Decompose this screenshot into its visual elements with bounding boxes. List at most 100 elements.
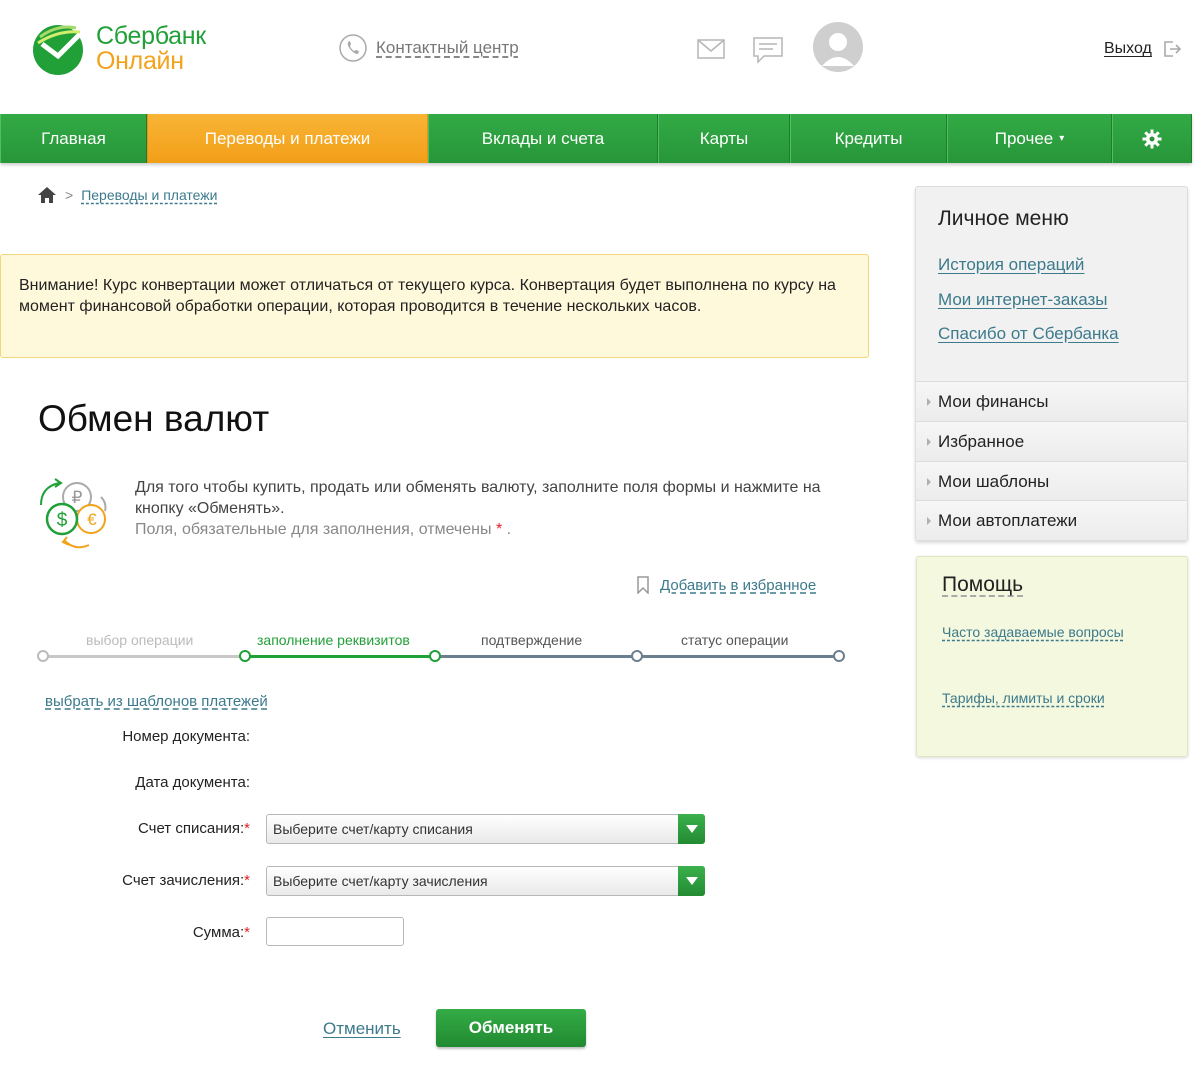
breadcrumb-separator: > (65, 187, 74, 203)
sberbank-logo-icon (33, 25, 83, 75)
step-label-select-operation: выбор операции (86, 632, 194, 648)
choose-template-link[interactable]: выбрать из шаблонов платежей (45, 693, 268, 710)
sberbank-logo[interactable]: Сбербанк Онлайн (30, 20, 230, 80)
exchange-submit-button[interactable]: Обменять (436, 1009, 586, 1047)
page-title: Обмен валют (38, 398, 270, 439)
debit-account-label: Счет списания:* (0, 820, 250, 837)
svg-text:$: $ (57, 510, 68, 531)
doc-date-label-text: Дата документа: (135, 774, 250, 791)
amount-input[interactable] (266, 917, 404, 946)
amount-label: Сумма:* (0, 924, 250, 941)
add-to-favorites-link[interactable]: Добавить в избранное (636, 576, 816, 594)
required-note-tail: . (506, 521, 512, 538)
step-label-confirmation: подтверждение (481, 632, 583, 648)
nav-item-deposits[interactable]: Вклады и счета (428, 114, 658, 163)
doc-number-label: Номер документа: (0, 728, 250, 745)
required-note: Поля, обязательные для заполнения, отмеч… (135, 519, 835, 540)
debit-account-select[interactable]: Выберите счет/карту списания (266, 814, 705, 844)
step-dot (37, 650, 49, 662)
svg-text:€: € (87, 510, 97, 529)
avatar[interactable] (813, 22, 863, 72)
required-star: * (244, 872, 250, 889)
chevron-down-icon (685, 825, 698, 833)
logout-icon (1164, 41, 1182, 57)
credit-dropdown-button[interactable] (678, 866, 705, 896)
nav-item-label: Кредиты (834, 128, 903, 148)
amount-label-text: Сумма: (192, 924, 245, 941)
nav-item-other[interactable]: Прочее ▾ (947, 114, 1112, 163)
chevron-down-icon: ▾ (1059, 133, 1065, 144)
step-label-status: статус операции (681, 632, 789, 648)
phone-icon (339, 34, 367, 62)
sidebar-item-finances[interactable]: Мои финансы (916, 381, 1187, 421)
doc-date-label: Дата документа: (0, 774, 250, 791)
logo-line-2: Онлайн (96, 47, 184, 75)
sidebar-link-history[interactable]: История операций (938, 255, 1084, 275)
step-dot (429, 650, 441, 662)
intro-instructions: Для того чтобы купить, продать или обмен… (135, 479, 821, 517)
nav-item-credits[interactable]: Кредиты (790, 114, 947, 163)
conversion-warning-text: Внимание! Курс конвертации может отличат… (19, 277, 836, 315)
required-note-text: Поля, обязательные для заполнения, отмеч… (135, 521, 492, 538)
exit-label: Выход (1104, 40, 1152, 57)
help-link-faq[interactable]: Часто задаваемые вопросы (942, 623, 1142, 641)
nav-item-label: Вклады и счета (481, 128, 605, 148)
sidebar-link-spasibo[interactable]: Спасибо от Сбербанка (938, 324, 1119, 344)
step-dot (239, 650, 251, 662)
sidebar-item-label: Мои шаблоны (938, 472, 1050, 491)
nav-item-label: Главная (41, 128, 106, 148)
sidebar-item-templates[interactable]: Мои шаблоны (916, 461, 1187, 501)
nav-item-home[interactable]: Главная (0, 114, 147, 163)
breadcrumb-link-transfers[interactable]: Переводы и платежи (81, 187, 217, 203)
sidebar-link-internet-orders[interactable]: Мои интернет-заказы (938, 290, 1107, 310)
breadcrumb: > Переводы и платежи (37, 186, 218, 204)
mail-icon[interactable] (696, 36, 726, 62)
step-dot (833, 650, 845, 662)
required-star: * (244, 820, 250, 837)
home-icon[interactable] (37, 186, 57, 204)
user-icon (813, 22, 863, 72)
chat-icon[interactable] (752, 36, 784, 64)
step-line-current (246, 655, 436, 658)
currency-exchange-icon: ₽ € $ (40, 478, 107, 549)
main-nav: Главная Переводы и платежи Вклады и счет… (0, 114, 1192, 163)
help-panel: Помощь Часто задаваемые вопросы Тарифы, … (916, 556, 1188, 757)
sidebar-item-autopayments[interactable]: Мои автоплатежи (916, 500, 1187, 540)
required-star: * (244, 924, 250, 941)
progress-steps: выбор операции заполнение реквизитов под… (37, 628, 850, 668)
credit-account-label: Счет зачисления:* (0, 872, 250, 889)
credit-account-label-text: Счет зачисления: (122, 872, 245, 889)
credit-account-value: Выберите счет/карту зачисления (273, 873, 488, 889)
required-star: * (495, 521, 503, 538)
conversion-warning: Внимание! Курс конвертации может отличат… (0, 254, 869, 358)
exit-button[interactable]: Выход (1104, 39, 1182, 59)
sidebar-item-label: Мои автоплатежи (938, 511, 1078, 530)
nav-settings-button[interactable] (1112, 114, 1192, 163)
sidebar-item-label: Мои финансы (938, 392, 1049, 411)
step-dot (631, 650, 643, 662)
intro-text: Для того чтобы купить, продать или обмен… (135, 477, 835, 540)
cancel-button[interactable]: Отменить (323, 1019, 401, 1039)
credit-account-select[interactable]: Выберите счет/карту зачисления (266, 866, 705, 896)
exchange-submit-label: Обменять (468, 1018, 554, 1037)
debit-dropdown-button[interactable] (678, 814, 705, 844)
help-title[interactable]: Помощь (942, 573, 1023, 597)
nav-item-label: Карты (699, 128, 749, 148)
personal-menu: Личное меню История операций Мои интерне… (915, 186, 1188, 541)
step-line-done (43, 655, 246, 658)
bookmark-icon (637, 576, 649, 594)
help-link-tariffs[interactable]: Тарифы, лимиты и сроки (942, 689, 1142, 707)
sidebar-item-favorites[interactable]: Избранное (916, 421, 1187, 461)
gear-icon (1142, 129, 1162, 148)
contact-center-label: Контактный центр (376, 38, 519, 57)
step-label-fill-details: заполнение реквизитов (257, 632, 410, 648)
sidebar-item-label: Избранное (938, 432, 1025, 451)
contact-center-link[interactable]: Контактный центр (338, 33, 519, 63)
debit-account-value: Выберите счет/карту списания (273, 821, 473, 837)
nav-item-cards[interactable]: Карты (658, 114, 790, 163)
personal-menu-title: Личное меню (938, 207, 1069, 230)
debit-account-label-text: Счет списания: (137, 820, 245, 837)
svg-text:₽: ₽ (72, 488, 83, 507)
nav-item-label: Переводы и платежи (204, 128, 371, 148)
nav-item-transfers[interactable]: Переводы и платежи (147, 114, 428, 163)
